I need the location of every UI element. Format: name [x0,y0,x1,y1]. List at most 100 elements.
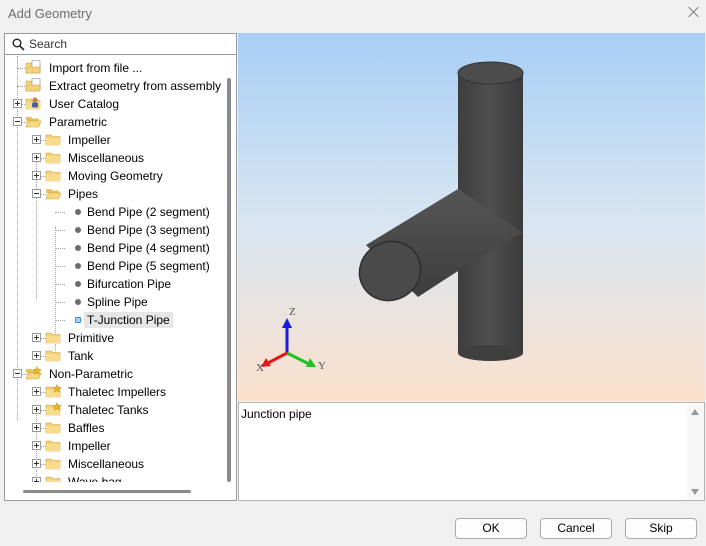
expand-icon[interactable] [32,351,41,360]
tree-item-label: Impeller [68,439,111,453]
t-junction-pipe-preview: Z Y X [256,61,524,374]
tree-connector-line [55,266,65,267]
skip-button[interactable]: Skip [625,518,697,539]
tree-vertical-scrollbar[interactable] [227,78,231,482]
tree-item-label: Wave bag [68,475,122,482]
folder-icon [45,150,62,165]
tree-item[interactable]: Non-Parametric [5,365,223,383]
tree-item-label: Thaletec Impellers [68,385,167,399]
geometry-item-icon [75,227,81,233]
tree-item[interactable]: Impeller [5,437,223,455]
tree-item[interactable]: Bend Pipe (5 segment) [5,257,223,275]
close-icon[interactable] [684,3,704,23]
scroll-up-icon[interactable] [691,409,699,415]
expand-icon[interactable] [32,153,41,162]
tree-item-label: User Catalog [49,97,120,111]
expand-icon[interactable] [32,477,41,482]
tree-item-label: Tank [68,349,94,363]
tree-connector-line [55,230,65,231]
expand-icon[interactable] [13,99,22,108]
tree-item[interactable]: Wave bag [5,473,223,482]
collapse-icon[interactable] [13,369,22,378]
tree-item[interactable]: Baffles [5,419,223,437]
scroll-down-icon[interactable] [691,489,699,495]
geometry-browser-panel: Import from file ... Extract geometry fro… [4,33,237,501]
folder-file-icon [25,78,42,93]
tree-item-label: Extract geometry from assembly [49,79,222,93]
tree-item[interactable]: Bend Pipe (2 segment) [5,203,223,221]
x-axis-label: X [256,362,264,374]
tree-item-label: Parametric [49,115,108,129]
folder-open-icon [25,114,42,129]
tree-item[interactable]: Import from file ... [5,59,223,77]
expand-icon[interactable] [32,135,41,144]
expand-icon[interactable] [32,171,41,180]
tree-item[interactable]: Bifurcation Pipe [5,275,223,293]
geometry-preview[interactable]: Z Y X [238,33,705,401]
expand-icon[interactable] [32,405,41,414]
axis-triad: Z Y X [256,306,326,374]
expand-icon[interactable] [32,387,41,396]
tree-item[interactable]: T-Junction Pipe [5,311,223,329]
tree-connector-line [55,284,65,285]
description-box[interactable]: Junction pipe [238,402,705,501]
search-input[interactable] [29,36,229,52]
collapse-icon[interactable] [32,189,41,198]
tree-item-label: Bend Pipe (3 segment) [87,223,210,237]
tree-item-label: Spline Pipe [87,295,148,309]
tree-connector-line [55,212,65,213]
cancel-button[interactable]: Cancel [540,518,612,539]
tree-item[interactable]: Primitive [5,329,223,347]
tree-item[interactable]: Bend Pipe (4 segment) [5,239,223,257]
tree-item[interactable]: User Catalog [5,95,223,113]
tree-item-label: T-Junction Pipe [84,312,173,328]
expand-icon[interactable] [32,441,41,450]
collapse-icon[interactable] [13,117,22,126]
y-axis-label: Y [318,360,326,372]
tree-item[interactable]: Pipes [5,185,223,203]
expand-icon[interactable] [32,459,41,468]
folder-icon [45,438,62,453]
starred-folder-icon [25,365,42,381]
folder-icon [45,474,62,482]
tree-horizontal-scrollbar[interactable] [23,490,191,493]
tree-item[interactable]: Miscellaneous [5,149,223,167]
starred-folder-icon [45,401,62,417]
search-icon [12,38,25,51]
expand-icon[interactable] [32,423,41,432]
tree-item-label: Bend Pipe (5 segment) [87,259,210,273]
geometry-tree: Import from file ... Extract geometry fro… [5,56,223,482]
tree-item-label: Miscellaneous [68,457,145,471]
title-bar: Add Geometry [0,0,706,28]
tree-item-label: Bifurcation Pipe [87,277,172,291]
folder-icon [45,348,62,363]
tree-item[interactable]: Moving Geometry [5,167,223,185]
tree-item[interactable]: Tank [5,347,223,365]
tree-connector-line [55,302,65,303]
tree-item[interactable]: Bend Pipe (3 segment) [5,221,223,239]
tree-item[interactable]: Thaletec Impellers [5,383,223,401]
expand-icon[interactable] [32,333,41,342]
tree-connector-line [55,248,65,249]
geometry-item-icon [75,299,81,305]
tree-item-label: Miscellaneous [68,151,145,165]
tree-item[interactable]: Impeller [5,131,223,149]
description-scrollbar[interactable] [687,403,704,500]
folder-icon [45,456,62,471]
tree-item-label: Moving Geometry [68,169,163,183]
tree-item-label: Primitive [68,331,115,345]
folder-icon [45,132,62,147]
tree-item[interactable]: Spline Pipe [5,293,223,311]
tree-connector-line [55,320,65,321]
geometry-item-icon [75,245,81,251]
tree-item-label: Import from file ... [49,61,143,75]
tree-item[interactable]: Thaletec Tanks [5,401,223,419]
ok-button[interactable]: OK [455,518,527,539]
tree-item[interactable]: Extract geometry from assembly [5,77,223,95]
tree-item[interactable]: Parametric [5,113,223,131]
window-title: Add Geometry [8,6,92,21]
folder-icon [45,420,62,435]
tree-item[interactable]: Miscellaneous [5,455,223,473]
user-folder-icon [25,96,42,111]
folder-open-icon [45,186,62,201]
